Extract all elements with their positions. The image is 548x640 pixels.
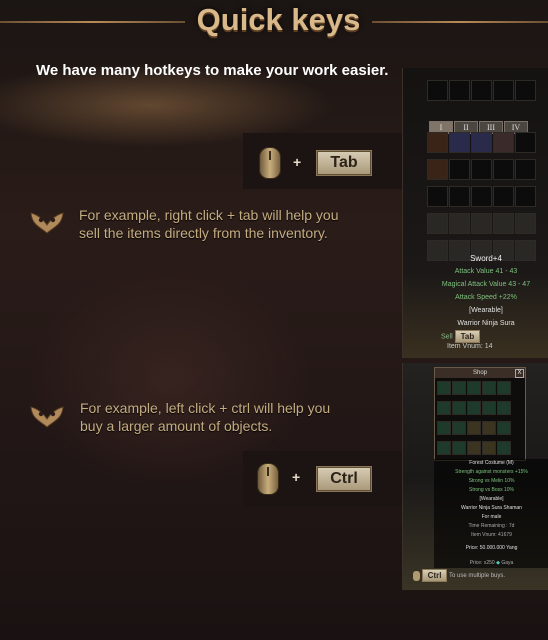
item-stat: Magical Attack Value 43 - 47 bbox=[441, 281, 531, 288]
equipment-slots bbox=[427, 80, 547, 107]
intro-text: We have many hotkeys to make your work e… bbox=[36, 62, 389, 79]
close-icon[interactable]: X bbox=[515, 369, 524, 378]
item-stat: Attack Speed +22% bbox=[455, 294, 517, 301]
shop-item-price-alt-value: Price: x250 bbox=[469, 560, 495, 566]
shop-item-currency: Gaya bbox=[501, 560, 514, 566]
shop-item-price: Price: 50.000.000 Yang bbox=[465, 545, 518, 551]
title-divider-left bbox=[0, 21, 185, 23]
tip-2: For example, left click + ctrl will help… bbox=[80, 399, 330, 435]
shop-grid bbox=[435, 378, 525, 464]
shop-item-price-alt: Price: x250 ◆ Gaya bbox=[469, 560, 514, 566]
page-title: Quick keys bbox=[196, 2, 361, 37]
shop-window: Shop X bbox=[434, 367, 526, 461]
item-tooltip: Sword+4 Attack Value 41 - 43 Magical Att… bbox=[423, 252, 548, 330]
sell-hint: Sell Tab Item Vnum: 14 bbox=[441, 330, 493, 350]
tip-1-line-2: sell the items directly from the invento… bbox=[79, 225, 328, 241]
inventory-grid bbox=[427, 132, 547, 267]
shop-screenshot: Shop X Forest Costume (M) Strength again… bbox=[402, 363, 548, 590]
footer-ctrl-key: Ctrl bbox=[421, 569, 448, 582]
item-stat: Attack Value 41 - 43 bbox=[454, 268, 518, 275]
shop-item-stat: Strong vs Melin 10% bbox=[468, 478, 515, 484]
tip-1-line-1: For example, right click + tab will help… bbox=[79, 207, 339, 223]
mouse-icon bbox=[413, 570, 420, 581]
shop-multi-buy-hint: Ctrl To use multiple buys. bbox=[413, 569, 505, 582]
plus-sign: + bbox=[292, 469, 301, 485]
hotkey-ctrl-box: + Ctrl bbox=[243, 451, 403, 507]
title-divider-right bbox=[372, 21, 548, 23]
shop-item-stat: Strong vs Boss 10% bbox=[468, 487, 515, 493]
tip-1: For example, right click + tab will help… bbox=[79, 206, 339, 242]
tip-emblem-icon bbox=[30, 406, 64, 428]
shop-item-vnum: Item Vnum: 41679 bbox=[471, 532, 512, 538]
shop-item-wearable: [Wearable] bbox=[479, 496, 504, 502]
mouse-icon bbox=[257, 463, 279, 495]
shop-item-gender: For male bbox=[481, 514, 502, 520]
tip-emblem-icon bbox=[30, 212, 64, 234]
hotkey-tab-box: + Tab bbox=[243, 133, 403, 189]
mouse-icon bbox=[259, 147, 281, 179]
tab-key: Tab bbox=[316, 150, 372, 176]
footer-text: To use multiple buys. bbox=[449, 573, 506, 580]
shop-item-name: Forest Costume (M) bbox=[469, 460, 514, 466]
title-bar: Quick keys bbox=[0, 0, 548, 44]
shop-title: Shop bbox=[435, 368, 525, 378]
item-classes: Warrior Ninja Sura bbox=[457, 320, 515, 327]
shop-item-stat: Strength against monsters +15% bbox=[455, 469, 528, 475]
tip-2-line-2: buy a larger amount of objects. bbox=[80, 418, 273, 434]
item-wearable: [Wearable] bbox=[469, 307, 503, 314]
sell-tab-key: Tab bbox=[454, 330, 481, 343]
item-vnum: Item Vnum: 14 bbox=[447, 343, 493, 350]
plus-sign: + bbox=[293, 154, 302, 170]
sell-label: Sell bbox=[441, 333, 453, 341]
shop-item-tooltip: Forest Costume (M) Strength against mons… bbox=[434, 459, 548, 568]
item-name: Sword+4 bbox=[470, 254, 502, 263]
shop-item-time: Time Remaining : 7d bbox=[468, 523, 515, 529]
ctrl-key: Ctrl bbox=[316, 466, 372, 492]
inventory-screenshot: I II III IV Sword+4 Attack Value 41 - 43 Ma… bbox=[402, 68, 548, 358]
tip-2-line-1: For example, left click + ctrl will help… bbox=[80, 400, 331, 416]
shop-item-classes: Warrior Ninja Sura Shaman bbox=[461, 505, 522, 511]
